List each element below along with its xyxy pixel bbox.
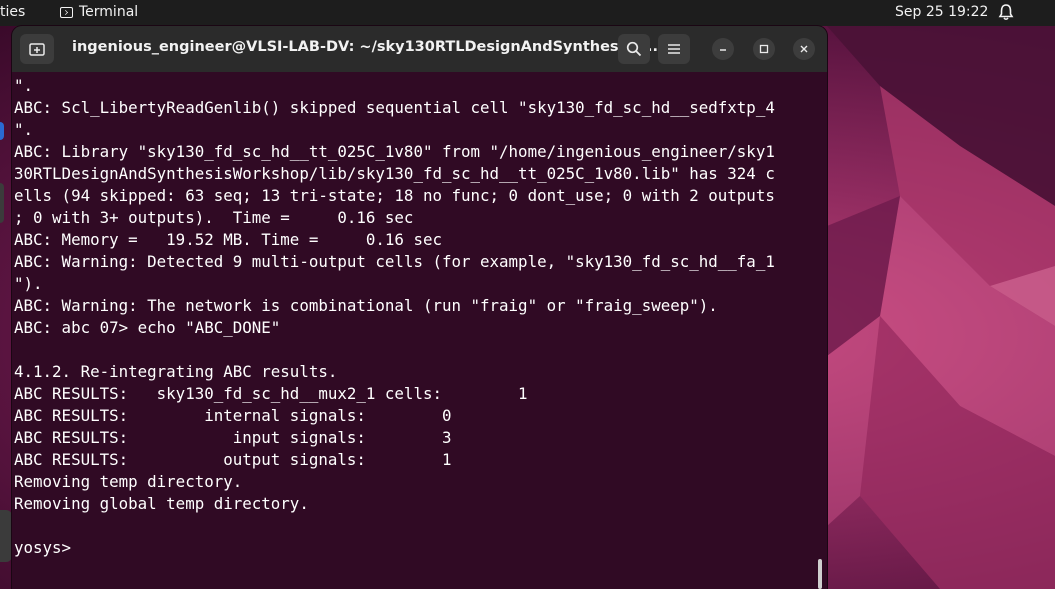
terminal-output[interactable]: ". ABC: Scl_LibertyReadGenlib() skipped s… <box>14 72 819 589</box>
terminal-line: 4.1.2. Re-integrating ABC results. <box>14 362 338 381</box>
terminal-line: ABC: Warning: Detected 9 multi-output ce… <box>14 252 775 271</box>
terminal-line: ; 0 with 3+ outputs). Time = 0.16 sec <box>14 208 414 227</box>
terminal-line: ABC RESULTS: output signals: 1 <box>14 450 452 469</box>
terminal-line: ABC: Scl_LibertyReadGenlib() skipped seq… <box>14 98 775 117</box>
terminal-line: ABC: abc 07> echo "ABC_DONE" <box>14 318 281 337</box>
terminal-line: yosys> <box>14 538 81 557</box>
window-title: ingenious_engineer@VLSI-LAB-DV: ~/sky130… <box>72 39 664 55</box>
title-bar[interactable]: ingenious_engineer@VLSI-LAB-DV: ~/sky130… <box>12 26 827 72</box>
minimize-icon <box>720 49 726 51</box>
terminal-window[interactable]: ingenious_engineer@VLSI-LAB-DV: ~/sky130… <box>12 26 827 589</box>
terminal-line: Removing temp directory. <box>14 472 243 491</box>
maximize-icon <box>759 44 769 54</box>
dock-edge[interactable] <box>0 510 12 562</box>
terminal-line: ABC: Memory = 19.52 MB. Time = 0.16 sec <box>14 230 442 249</box>
hamburger-icon <box>668 44 680 54</box>
app-menu[interactable]: Terminal <box>60 4 138 20</box>
terminal-icon <box>60 6 73 18</box>
terminal-line: ells (94 skipped: 63 seq; 13 tri-state; … <box>14 186 775 205</box>
app-name-label: Terminal <box>79 4 139 20</box>
terminal-line: ". <box>14 76 34 95</box>
dock-edge[interactable] <box>0 183 4 223</box>
search-icon <box>626 41 642 57</box>
close-icon <box>800 45 808 53</box>
top-bar: ties Terminal Sep 25 19:22 <box>0 0 1055 26</box>
minimize-button[interactable] <box>712 38 734 60</box>
new-tab-button[interactable] <box>20 34 54 64</box>
scrollbar[interactable] <box>818 559 822 589</box>
terminal-line: ABC RESULTS: sky130_fd_sc_hd__mux2_1 cel… <box>14 384 528 403</box>
terminal-line: ABC RESULTS: internal signals: 0 <box>14 406 452 425</box>
menu-button[interactable] <box>658 34 690 64</box>
maximize-button[interactable] <box>753 38 775 60</box>
search-button[interactable] <box>618 34 650 64</box>
clock[interactable]: Sep 25 19:22 <box>895 4 988 20</box>
terminal-line: ABC RESULTS: input signals: 3 <box>14 428 452 447</box>
terminal-line: Removing global temp directory. <box>14 494 309 513</box>
terminal-line: 30RTLDesignAndSynthesisWorkshop/lib/sky1… <box>14 164 775 183</box>
notification-bell-icon[interactable] <box>998 3 1014 25</box>
terminal-line: ABC: Warning: The network is combination… <box>14 296 718 315</box>
close-button[interactable] <box>793 38 815 60</box>
activities-button[interactable]: ties <box>0 4 25 20</box>
new-tab-icon <box>29 43 45 56</box>
dock-edge[interactable] <box>0 122 4 140</box>
terminal-line: "). <box>14 274 43 293</box>
terminal-line: ABC: Library "sky130_fd_sc_hd__tt_025C_1… <box>14 142 775 161</box>
terminal-line: ". <box>14 120 34 139</box>
